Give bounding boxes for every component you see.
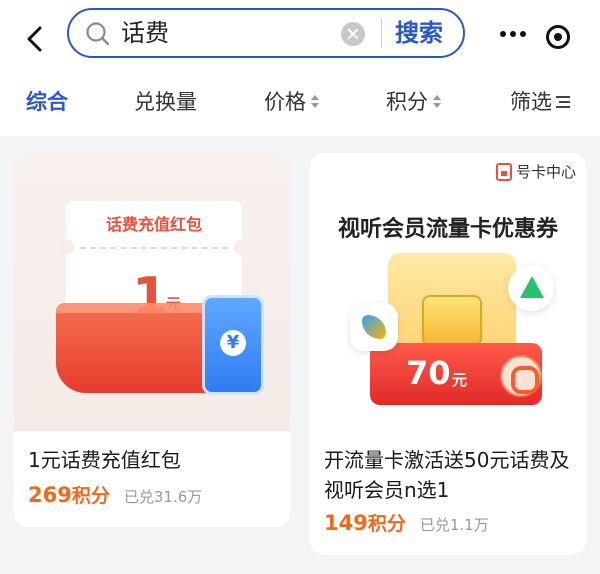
tab-label: 筛选 [510,90,552,114]
tab-comprehensive[interactable]: 综合 [26,88,68,116]
product-title: 开流量卡激活送50元话费及视听会员n选1 [324,448,570,502]
phone-icon: ¥ [202,295,264,395]
clear-icon[interactable] [341,22,365,46]
points-unit: 积分 [71,485,110,507]
filter-tabs: 综合 兑换量 价格 积分 筛选 [0,78,600,136]
search-divider [381,18,382,48]
product-image: 号卡中心 视听会员流量卡优惠券 70 元 [310,153,586,431]
search-button[interactable]: 搜索 [395,17,443,49]
price-row: 269 积分 已兑31.6万 [28,481,202,508]
search-box[interactable]: 话费 搜索 [67,8,465,58]
tab-filter[interactable]: 筛选 [510,88,570,116]
tab-exchange-volume[interactable]: 兑换量 [134,88,197,116]
points-value: 269 [28,483,72,507]
video-app-icon [350,303,398,351]
search-input[interactable]: 话费 [121,18,169,48]
sort-icon [432,94,442,110]
exchanged-count: 已兑31.6万 [123,488,203,506]
tab-price[interactable]: 价格 [264,88,320,116]
sim-card-icon [495,162,512,181]
play-app-icon [508,265,554,311]
price-row: 149 积分 已兑1.1万 [324,509,489,536]
points-value: 149 [324,511,368,535]
coupon-unit: 元 [452,371,468,389]
music-app-icon [500,355,542,397]
more-icon[interactable] [500,31,526,41]
points-unit: 积分 [367,513,406,535]
ticket-title: 话费充值红包 [105,215,202,234]
tab-label: 综合 [26,90,68,114]
badge-label: 号卡中心 [515,163,576,181]
tab-label: 兑换量 [134,90,197,114]
tab-label: 价格 [264,90,306,114]
search-icon [86,22,110,46]
tab-label: 积分 [386,90,428,114]
chevron-left-icon[interactable] [22,24,52,54]
image-headline: 视听会员流量卡优惠券 [337,217,558,242]
product-title: 1元话费充值红包 [28,448,181,472]
tab-points[interactable]: 积分 [386,88,442,116]
number-card-badge: 号卡中心 [495,161,576,182]
product-card[interactable]: 号卡中心 视听会员流量卡优惠券 70 元 开流量卡激活送50元话费及视听会员n选… [310,153,586,555]
top-bar: 话费 搜索 [0,0,600,78]
product-card[interactable]: 话费充值红包 1 元 ¥ 1元话费充值红包 269 积分 已兑31.6万 [14,153,290,527]
coupon-amount: 70 [406,354,451,392]
target-icon[interactable] [546,25,570,49]
filter-icon [556,95,570,109]
sim-chip-icon [422,295,482,347]
yen-icon: ¥ [220,330,246,356]
exchanged-count: 已兑1.1万 [419,516,489,534]
product-image: 话费充值红包 1 元 ¥ [14,153,290,431]
sort-icon [310,94,320,110]
